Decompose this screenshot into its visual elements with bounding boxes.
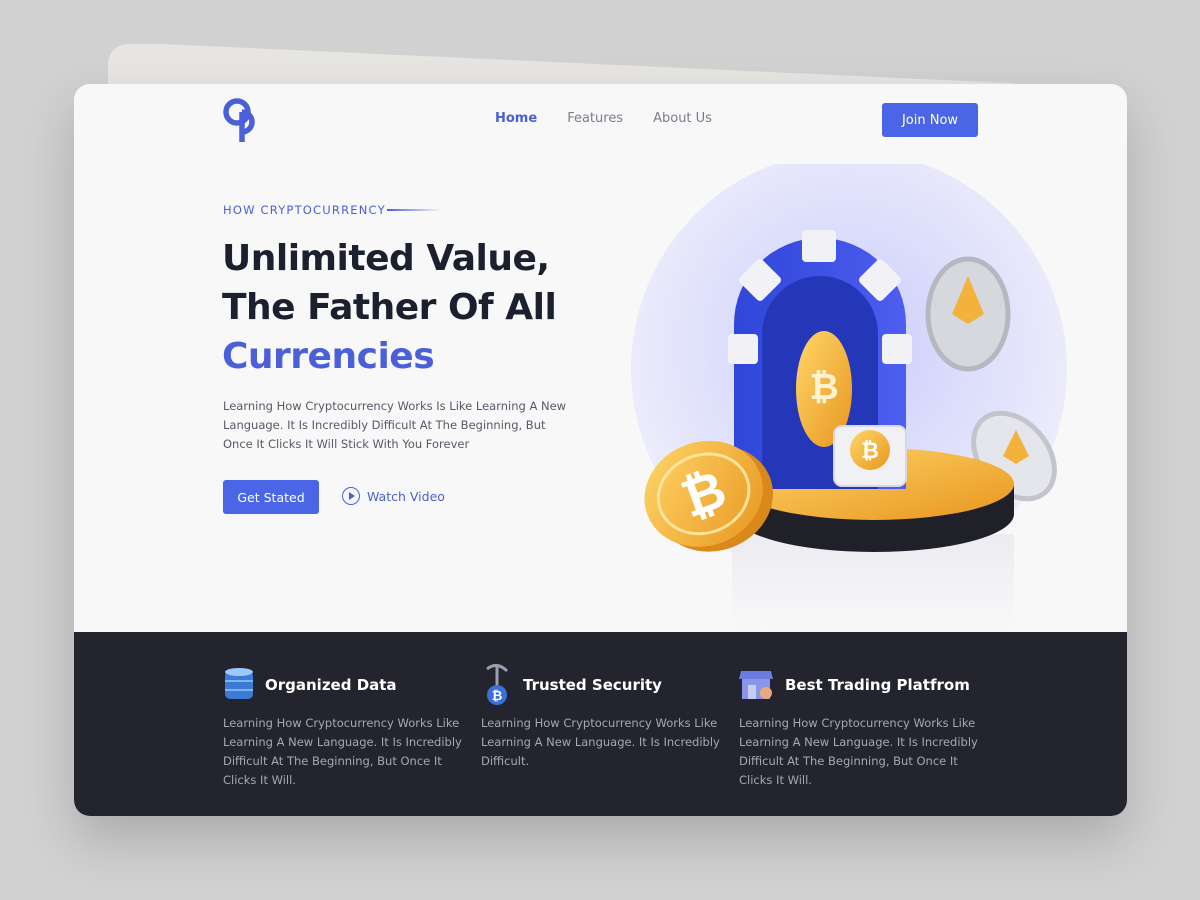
feature-description: Learning How Cryptocurrency Works Like L… xyxy=(739,716,978,787)
database-icon xyxy=(225,668,253,699)
headline-line-1: Unlimited Value, xyxy=(222,238,550,279)
landing-page-card: Home Features About Us Join Now HOW CRYP… xyxy=(74,84,1127,816)
eyebrow-divider xyxy=(387,209,441,211)
main-navigation: Home Features About Us xyxy=(495,111,712,126)
svg-text:₿: ₿ xyxy=(809,367,838,408)
join-now-button[interactable]: Join Now xyxy=(882,103,978,137)
play-icon xyxy=(342,487,360,505)
headline-line-2: The Father Of All xyxy=(222,287,557,328)
svg-text:₿: ₿ xyxy=(492,689,503,704)
feature-best-trading: Best Trading Platfrom Learning How Crypt… xyxy=(739,666,979,790)
get-started-button[interactable]: Get Stated xyxy=(223,480,319,514)
nav-home[interactable]: Home xyxy=(495,111,537,126)
feature-organized-data: Organized Data Learning How Cryptocurren… xyxy=(223,666,463,790)
nav-features[interactable]: Features xyxy=(567,111,623,126)
svg-text:₿: ₿ xyxy=(861,439,879,464)
brand-logo-icon[interactable] xyxy=(223,96,263,144)
watch-video-label: Watch Video xyxy=(367,488,445,504)
nav-about-us[interactable]: About Us xyxy=(653,111,712,126)
feature-title: Best Trading Platfrom xyxy=(785,676,970,694)
hero-headline: Unlimited Value, The Father Of All Curre… xyxy=(222,234,602,381)
watch-video-link[interactable]: Watch Video xyxy=(342,487,445,505)
headline-accent: Currencies xyxy=(222,332,435,381)
storefront-icon xyxy=(739,671,773,699)
feature-description: Learning How Cryptocurrency Works Like L… xyxy=(223,716,462,787)
feature-description: Learning How Cryptocurrency Works Like L… xyxy=(481,716,720,768)
hero-description: Learning How Cryptocurrency Works Is Lik… xyxy=(223,399,567,451)
features-section: Organized Data Learning How Cryptocurren… xyxy=(74,632,1127,816)
feature-title: Organized Data xyxy=(265,676,397,694)
hero-eyebrow: HOW CRYPTOCURRENCY xyxy=(223,203,386,217)
crypto-vault-illustration: ₿ ₿ ₿ xyxy=(631,164,1067,634)
feature-trusted-security: ₿ Trusted Security Learning How Cryptocu… xyxy=(481,664,721,771)
feature-title: Trusted Security xyxy=(523,676,662,694)
pickaxe-bitcoin-icon: ₿ xyxy=(486,664,509,705)
